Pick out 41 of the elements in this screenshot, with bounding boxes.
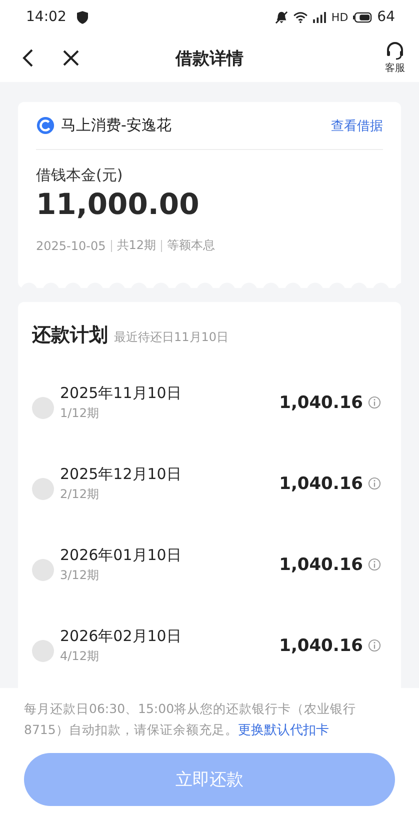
principal-label: 借钱本金(元): [36, 166, 124, 185]
back-icon[interactable]: [22, 48, 34, 68]
loan-meta: 等额本息: [167, 237, 216, 254]
lender-logo-icon: [36, 116, 55, 135]
lender-name: 马上消费-安逸花: [61, 116, 172, 135]
installment-amount: 1,040.16: [279, 392, 363, 412]
installment-date: 2026年01月10日: [60, 546, 182, 564]
shield-icon: [77, 10, 88, 24]
info-icon[interactable]: [368, 639, 381, 652]
loan-meta: 2025-10-05: [36, 238, 106, 252]
installment-amount: 1,040.16: [279, 474, 363, 494]
autodebit-notice: 每月还款日06:30、15:00将从您的还款银行卡（农业银行8715）自动扣款，请保证余额充足。更换默认代扣卡: [24, 700, 358, 740]
headset-icon[interactable]: [385, 41, 405, 61]
change-card-link[interactable]: 更换默认代扣卡: [238, 723, 329, 738]
battery-icon: [353, 12, 372, 22]
battery-level: 64: [377, 9, 395, 25]
customer-service-button[interactable]: 客服: [385, 41, 405, 75]
installment-period: 3/12期: [60, 566, 99, 584]
installment-amount: 1,040.16: [279, 554, 363, 574]
info-icon[interactable]: [368, 558, 381, 571]
signal-icon: [313, 12, 326, 22]
installment-amount: 1,040.16: [279, 636, 363, 656]
installment-period: 2/12期: [60, 486, 99, 502]
section-title: 还款计划: [32, 323, 108, 348]
installment-date: 2025年11月10日: [60, 384, 182, 402]
section-subtitle: 最近待还日11月10日: [114, 329, 229, 346]
loan-meta: 共12期: [116, 237, 156, 254]
installment-date: 2026年02月10日: [60, 626, 182, 646]
info-icon[interactable]: [368, 477, 381, 490]
close-icon[interactable]: [62, 49, 80, 67]
installment-date: 2025年12月10日: [60, 464, 182, 484]
installment-period: 4/12期: [60, 648, 99, 664]
status-time: 14:02: [26, 9, 66, 25]
installment-period: 1/12期: [60, 404, 99, 422]
network-type: HD: [331, 10, 348, 24]
mute-icon: [275, 10, 288, 24]
principal-amount: 11,000.00: [36, 187, 200, 221]
view-receipt-link[interactable]: 查看借据: [331, 116, 383, 134]
wifi-icon: [293, 12, 308, 22]
info-icon[interactable]: [368, 396, 381, 409]
page-title: 借款详情: [176, 48, 244, 70]
